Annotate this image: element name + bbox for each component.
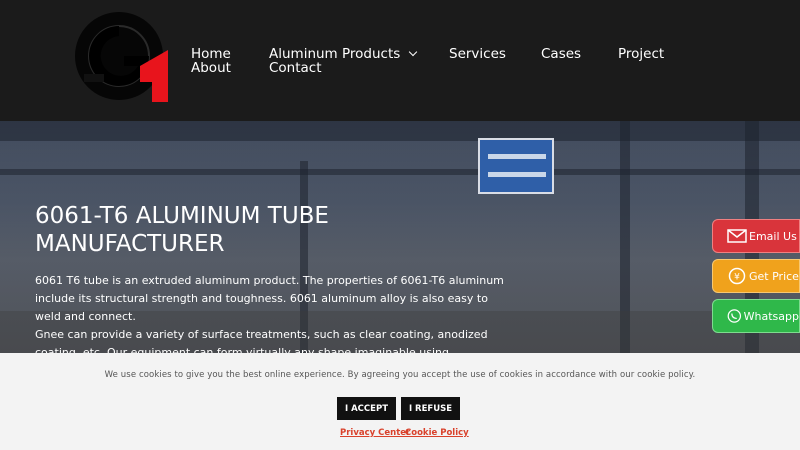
page-title-line2: MANUFACTURER <box>35 231 225 257</box>
hero-paragraph-1: 6061 T6 tube is an extruded aluminum pro… <box>35 274 504 323</box>
nav-about[interactable]: About <box>191 61 231 75</box>
sign-text-line <box>488 154 546 159</box>
get-price-button[interactable]: ¥ Get Price <box>712 259 800 293</box>
cookie-banner: We use cookies to give you the best onli… <box>0 353 800 450</box>
site-header: Home Aluminum Products Services Cases Pr… <box>0 0 800 121</box>
price-tag-icon: ¥ <box>728 267 746 285</box>
whatsapp-label: Whatsapp <box>743 309 799 323</box>
svg-text:¥: ¥ <box>734 273 740 283</box>
chevron-down-icon <box>409 47 418 57</box>
privacy-center-link[interactable]: Privacy Center <box>340 428 410 438</box>
get-price-label: Get Price <box>749 269 799 283</box>
nav-cases[interactable]: Cases <box>541 47 581 61</box>
nav-project[interactable]: Project <box>618 47 664 61</box>
whatsapp-icon <box>727 309 742 323</box>
nav-services[interactable]: Services <box>449 47 506 61</box>
whatsapp-button[interactable]: Whatsapp <box>712 299 800 333</box>
sign-text-line <box>488 172 546 177</box>
nav-home[interactable]: Home <box>191 47 231 61</box>
nav-aluminum-products[interactable]: Aluminum Products <box>269 47 418 61</box>
brand-logo[interactable] <box>74 12 172 102</box>
ceiling-truss <box>0 169 800 175</box>
envelope-icon <box>727 229 747 243</box>
cookie-message: We use cookies to give you the best onli… <box>104 370 696 380</box>
email-us-label: Email Us <box>749 229 797 243</box>
ceiling-beam <box>0 121 800 141</box>
factory-sign <box>478 138 554 194</box>
nav-contact[interactable]: Contact <box>269 61 322 75</box>
cookie-refuse-button[interactable]: I REFUSE <box>401 397 460 420</box>
cookie-accept-button[interactable]: I ACCEPT <box>337 397 396 420</box>
email-us-button[interactable]: Email Us <box>712 219 800 253</box>
page-title: 6061-T6 ALUMINUM TUBE MANUFACTURER <box>35 202 415 258</box>
page-title-line1: 6061-T6 ALUMINUM TUBE <box>35 203 329 229</box>
cookie-policy-link[interactable]: Cookie Policy <box>405 428 469 438</box>
